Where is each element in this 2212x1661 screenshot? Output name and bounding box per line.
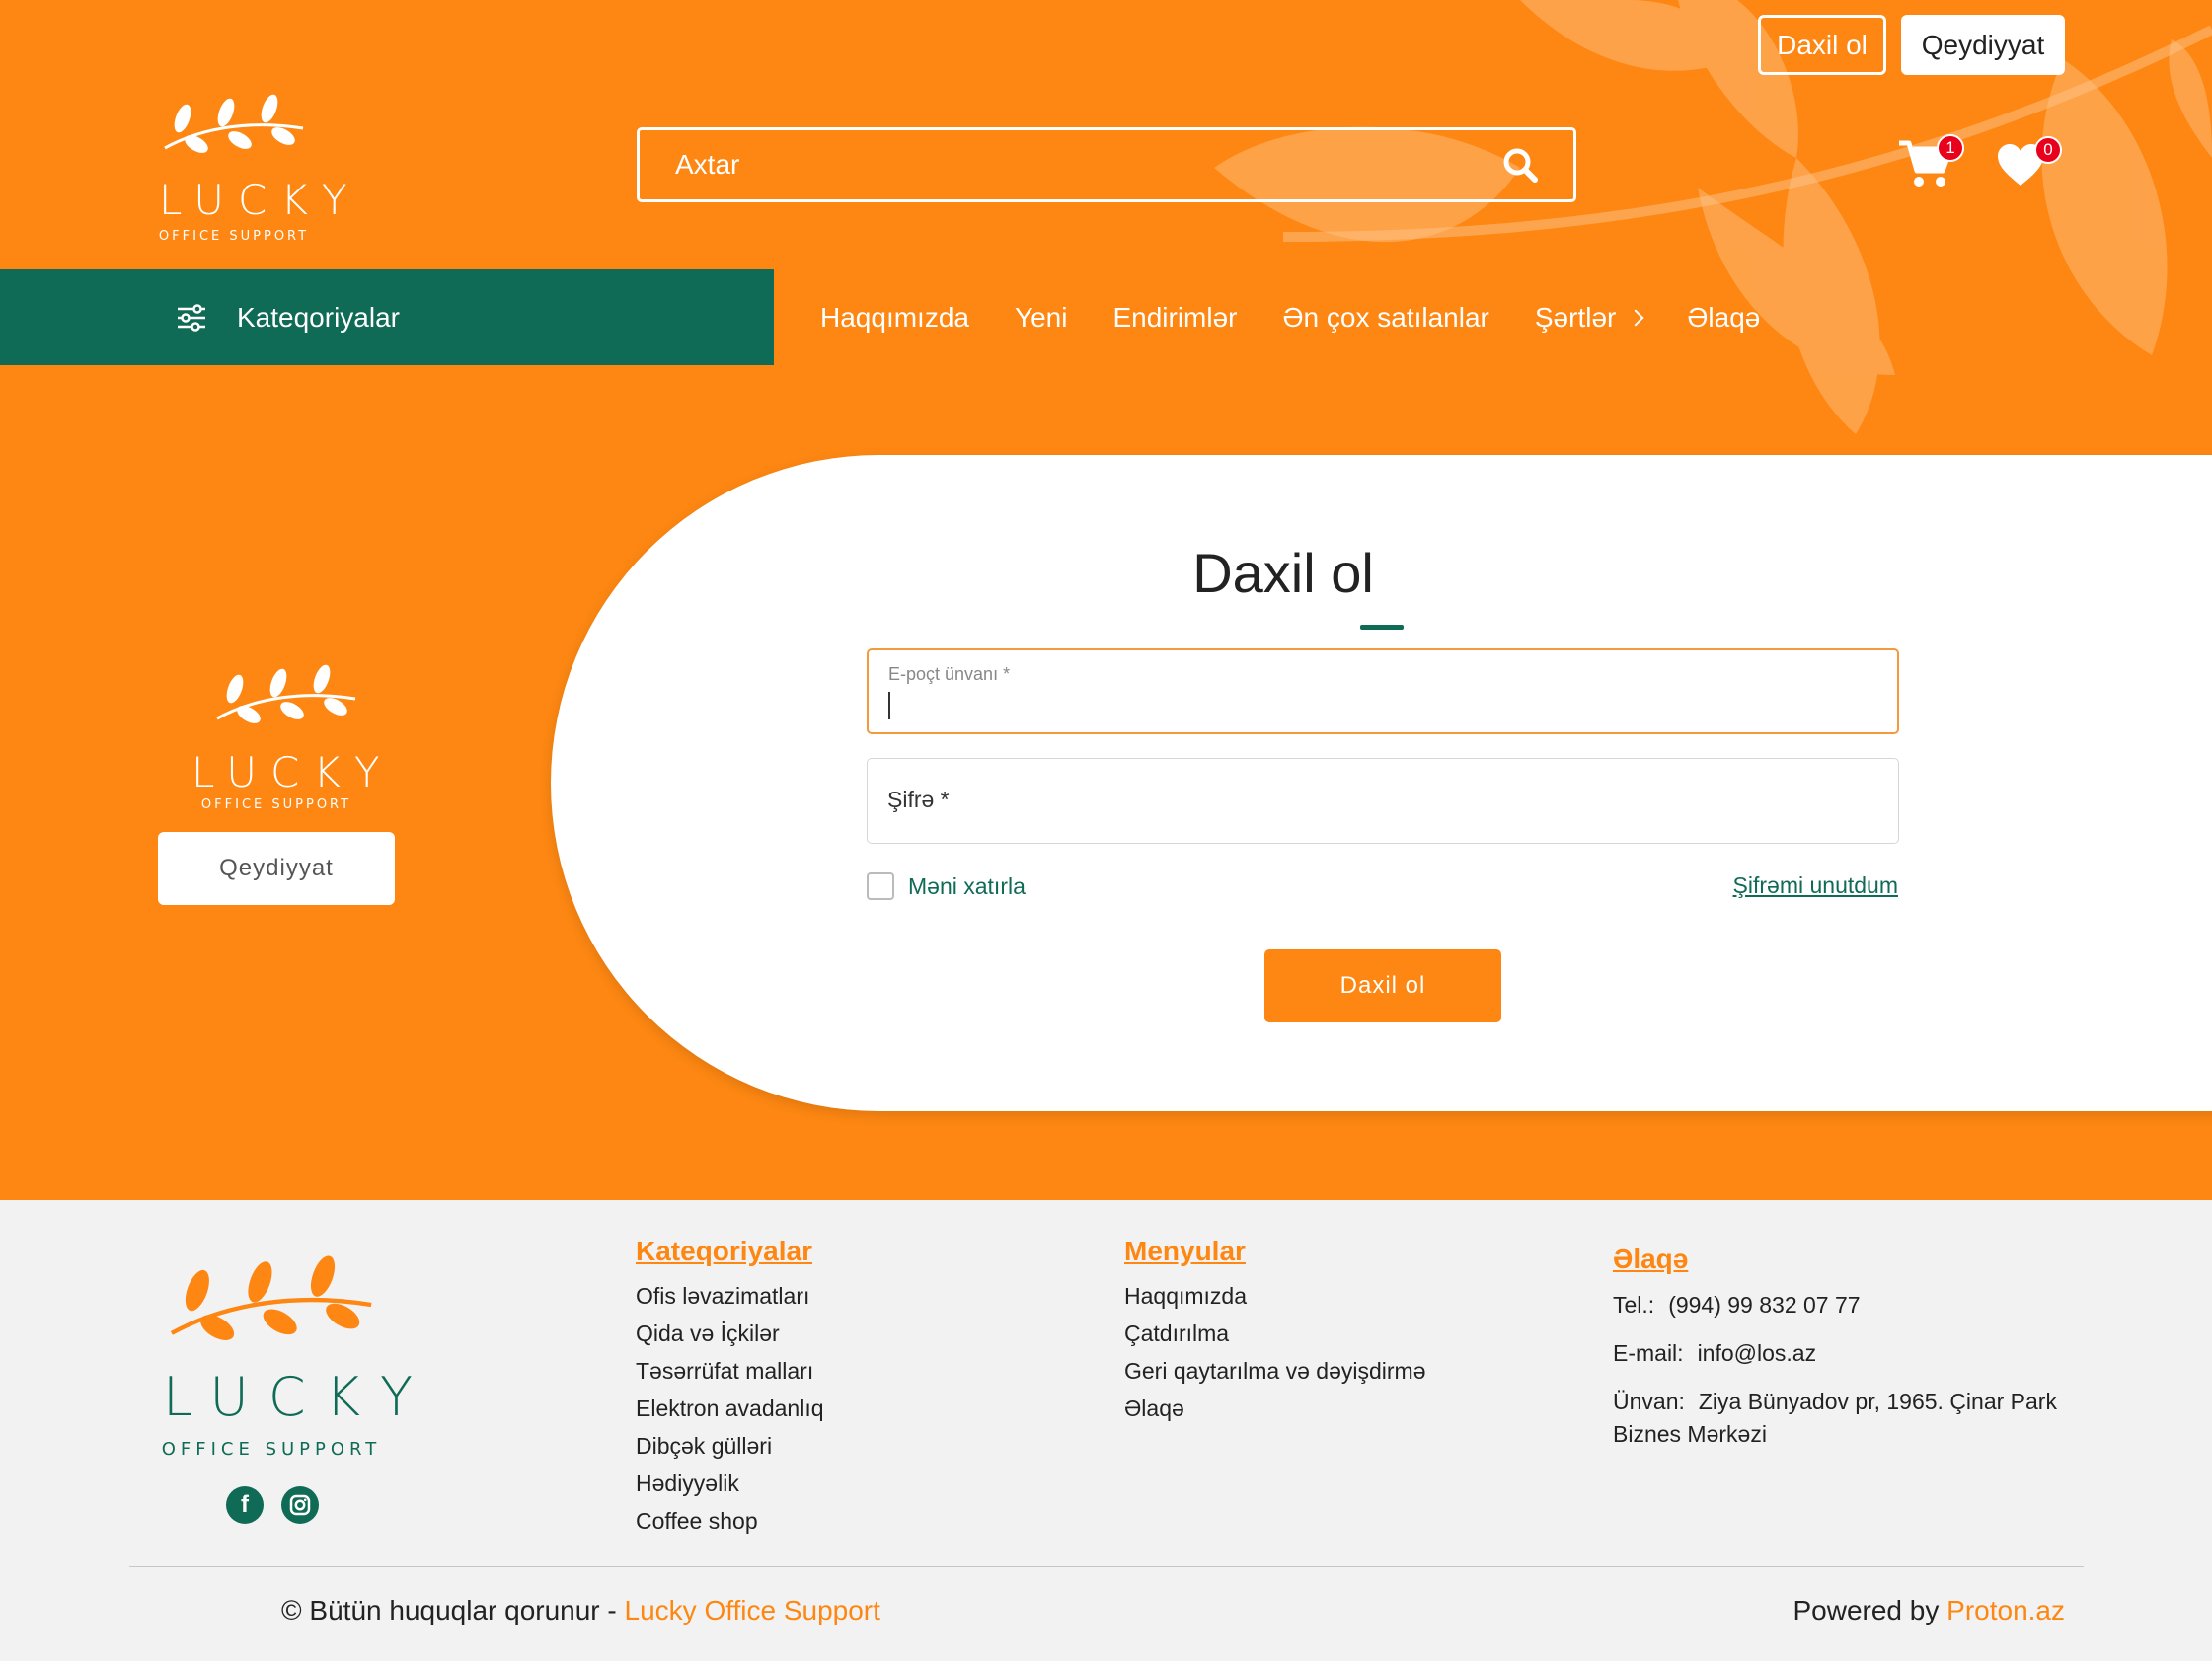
- footer-contact: Əlaqə Tel.: (994) 99 832 07 77 E-mail: inf…: [1613, 1244, 2067, 1467]
- address-key: Ünvan:: [1613, 1389, 1685, 1414]
- footer-link[interactable]: Coffee shop: [636, 1502, 824, 1540]
- leaf-logo-icon: [164, 94, 304, 153]
- phone-value[interactable]: (994) 99 832 07 77: [1668, 1292, 1860, 1318]
- side-logo: LUCKY OFFICE SUPPORT: [178, 659, 394, 817]
- favorites-count-badge: 0: [2034, 136, 2062, 164]
- footer-link[interactable]: Elektron avadanlıq: [636, 1390, 824, 1427]
- footer-link[interactable]: Çatdırılma: [1124, 1315, 1426, 1352]
- footer-link[interactable]: Dibçək gülləri: [636, 1427, 824, 1465]
- search-input[interactable]: Axtar: [637, 127, 1576, 202]
- footer-link[interactable]: Qida və İçkilər: [636, 1315, 824, 1352]
- email-field[interactable]: E-poçt ünvanı *: [867, 648, 1899, 734]
- cart-count-badge: 1: [1937, 134, 1964, 162]
- login-button[interactable]: Daxil ol: [1758, 15, 1886, 75]
- copyright: © Bütün huquqlar qorunur - Lucky Office …: [281, 1595, 880, 1626]
- footer-categories-title[interactable]: Kateqoriyalar: [636, 1236, 824, 1267]
- footer-email: E-mail: info@los.az: [1613, 1337, 2067, 1370]
- facebook-icon[interactable]: f: [226, 1486, 264, 1524]
- password-field[interactable]: Şifrə *: [867, 758, 1899, 844]
- powered-by: Powered by Proton.az: [1792, 1595, 2065, 1626]
- email-key: E-mail:: [1613, 1340, 1684, 1366]
- email-value[interactable]: info@los.az: [1698, 1340, 1817, 1366]
- footer-contact-title[interactable]: Əlaqə: [1613, 1244, 2067, 1275]
- search-placeholder: Axtar: [675, 149, 740, 180]
- categories-label: Kateqoriyalar: [237, 301, 400, 333]
- submit-login-button[interactable]: Daxil ol: [1264, 949, 1501, 1022]
- logo-subtitle: OFFICE SUPPORT: [158, 229, 310, 244]
- remember-me[interactable]: Məni xatırla: [867, 872, 1026, 900]
- copyright-prefix: © Bütün huquqlar qorunur -: [281, 1595, 617, 1625]
- footer-divider: [129, 1566, 2084, 1567]
- remember-checkbox[interactable]: [867, 872, 894, 900]
- nav-bestsellers[interactable]: Ən çox satılanlar: [1282, 302, 1488, 334]
- footer-categories: Kateqoriyalar Ofis ləvazimatları Qida və…: [636, 1236, 824, 1540]
- nav-about[interactable]: Haqqımızda: [820, 302, 969, 334]
- chevron-right-icon: [1627, 309, 1644, 326]
- footer-link[interactable]: Haqqımızda: [1124, 1277, 1426, 1315]
- remember-label: Məni xatırla: [908, 872, 1026, 899]
- footer-phone: Tel.: (994) 99 832 07 77: [1613, 1289, 2067, 1321]
- nav-discounts[interactable]: Endirimlər: [1112, 302, 1237, 334]
- footer-link[interactable]: Hədiyyəlik: [636, 1465, 824, 1502]
- nav-contact[interactable]: Əlaqə: [1687, 302, 1760, 334]
- side-register-button[interactable]: Qeydiyyat: [158, 832, 395, 905]
- title-underline: [1360, 625, 1404, 630]
- main-nav: Haqqımızda Yeni Endirimlər Ən çox satıla…: [820, 269, 1805, 365]
- nav-terms[interactable]: Şərtlər: [1534, 301, 1644, 334]
- footer-address: Ünvan: Ziya Bünyadov pr, 1965. Çinar Park…: [1613, 1386, 2067, 1451]
- nav-new[interactable]: Yeni: [1015, 302, 1067, 334]
- filter-icon: [178, 303, 205, 332]
- logo-word: LUCKY: [191, 748, 394, 796]
- leaf-logo-icon: [170, 1255, 372, 1340]
- footer-link[interactable]: Təsərrüfat malları: [636, 1352, 824, 1390]
- powered-prefix: Powered by: [1792, 1595, 1940, 1625]
- email-label: E-poçt ünvanı *: [888, 664, 1011, 684]
- footer-link[interactable]: Geri qaytarılma və dəyişdirmə: [1124, 1352, 1426, 1390]
- footer-link[interactable]: Ofis ləvazimatları: [636, 1277, 824, 1315]
- footer-menus: Menyular Haqqımızda Çatdırılma Geri qayt…: [1124, 1236, 1426, 1427]
- footer-logo[interactable]: LUCKY OFFICE SUPPORT: [143, 1246, 433, 1463]
- copyright-brand-link[interactable]: Lucky Office Support: [625, 1595, 880, 1625]
- instagram-icon[interactable]: [281, 1486, 319, 1524]
- leaf-logo-icon: [216, 664, 356, 723]
- footer-link[interactable]: Əlaqə: [1124, 1390, 1426, 1427]
- powered-brand-link[interactable]: Proton.az: [1946, 1595, 2065, 1625]
- search-icon[interactable]: [1502, 147, 1538, 183]
- login-title: Daxil ol: [1192, 542, 1374, 604]
- forgot-password-link[interactable]: Şifrəmi unutdum: [1733, 872, 1898, 899]
- logo-subtitle: OFFICE SUPPORT: [161, 1439, 382, 1460]
- header-logo[interactable]: LUCKY OFFICE SUPPORT: [145, 89, 361, 247]
- logo-word: LUCKY: [159, 176, 361, 224]
- categories-menu-button[interactable]: Kateqoriyalar: [0, 269, 774, 365]
- nav-terms-label: Şərtlər: [1534, 301, 1617, 333]
- password-label: Şifrə *: [887, 787, 950, 812]
- text-caret: [888, 692, 890, 719]
- logo-subtitle: OFFICE SUPPORT: [200, 797, 352, 812]
- footer-menus-title[interactable]: Menyular: [1124, 1236, 1426, 1267]
- register-button[interactable]: Qeydiyyat: [1901, 15, 2065, 75]
- phone-key: Tel.:: [1613, 1292, 1655, 1318]
- hero-area: LUCKY OFFICE SUPPORT Axtar Daxil ol Qeyd…: [0, 0, 2212, 1200]
- logo-word: LUCKY: [163, 1366, 433, 1428]
